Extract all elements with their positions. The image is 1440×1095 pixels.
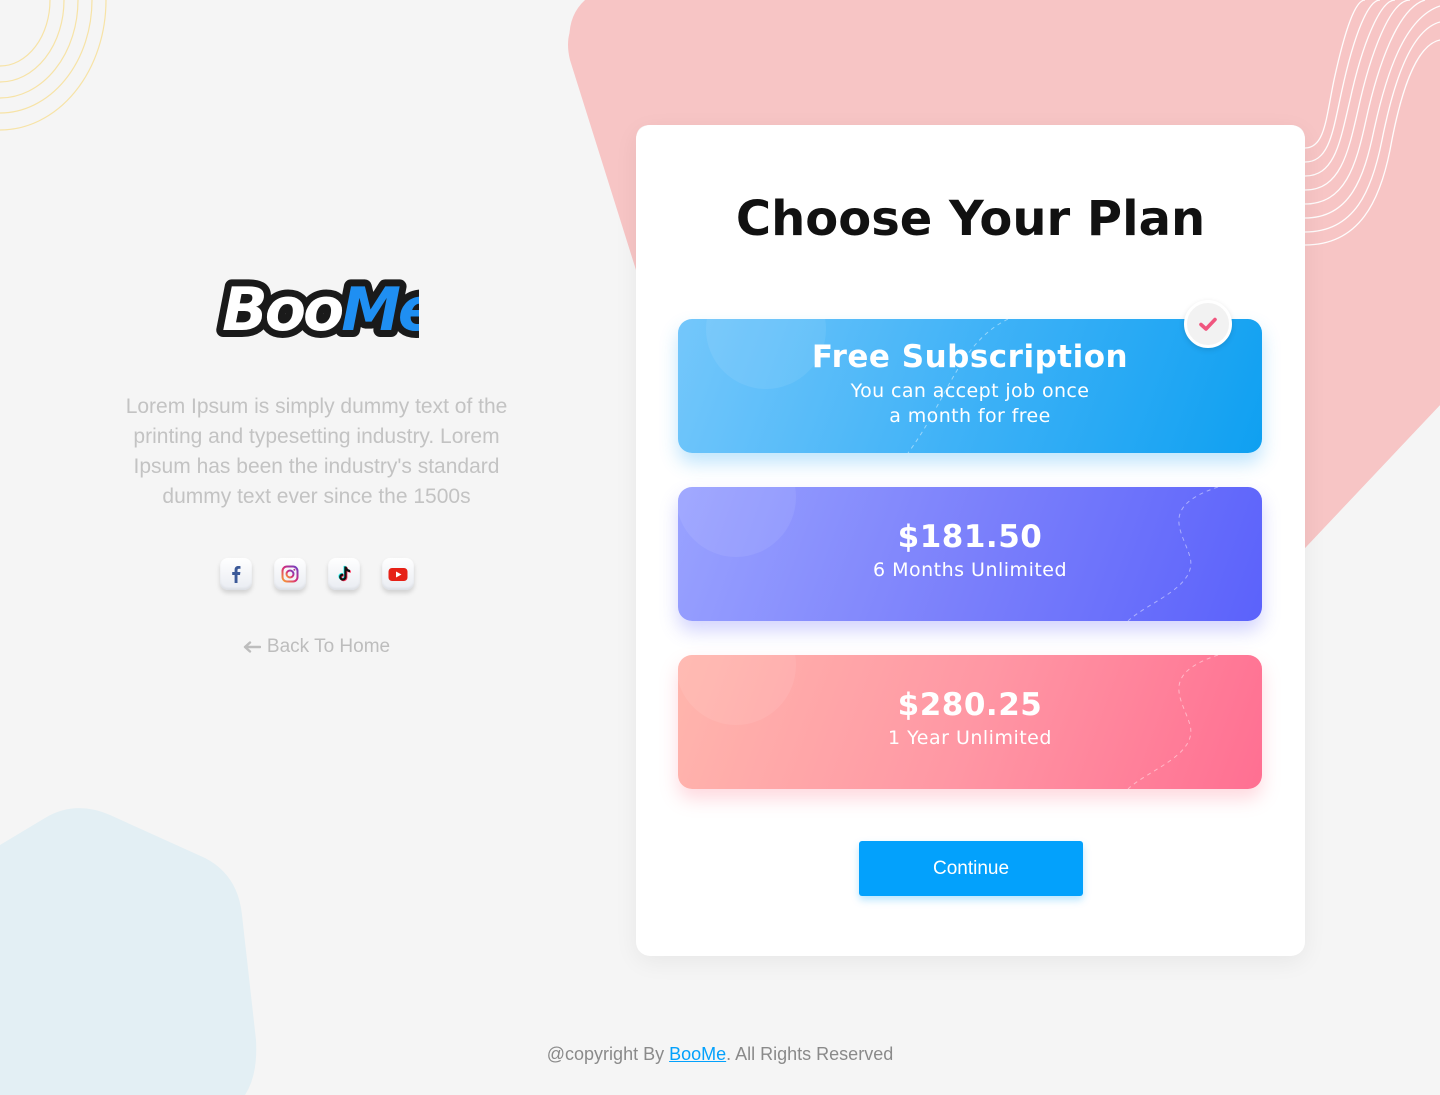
page-title: Choose Your Plan: [735, 191, 1206, 247]
tiktok-icon: [337, 565, 351, 582]
instagram-icon: [281, 565, 298, 583]
footer-copyright: @copyright By BooMe. All Rights Reserved: [0, 1044, 1440, 1065]
footer-prefix: @copyright By: [546, 1044, 670, 1064]
instagram-link[interactable]: [273, 558, 306, 590]
plan-price: $280.25: [897, 687, 1043, 723]
footer-suffix: . All Rights Reserved: [726, 1044, 894, 1064]
continue-button[interactable]: Continue: [859, 841, 1083, 896]
plan-option-6-months[interactable]: $181.50 6 Months Unlimited: [678, 487, 1262, 621]
tagline: Lorem Ipsum is simply dummy text of the …: [125, 395, 508, 508]
plan-description: 1 Year Unlimited: [888, 727, 1052, 749]
brand-logo-wordmark: BooMe BooMe: [215, 268, 419, 352]
plan-description-line1: You can accept job once: [850, 380, 1090, 402]
check-icon: [1199, 317, 1217, 331]
facebook-icon: [231, 566, 240, 583]
left-panel: BooMe BooMe Lorem Ipsum is simply dummy …: [100, 262, 533, 658]
selected-indicator[interactable]: [1184, 300, 1232, 348]
plan-option-1-year[interactable]: $280.25 1 Year Unlimited: [678, 655, 1262, 789]
plan-description: 6 Months Unlimited: [872, 559, 1068, 581]
facebook-link[interactable]: [219, 558, 252, 590]
tiktok-link[interactable]: [327, 558, 360, 590]
plan-title: Free Subscription: [811, 339, 1129, 375]
youtube-link[interactable]: [381, 558, 414, 590]
arrow-left-icon: [243, 641, 261, 653]
plan-card: Choose Your Plan Free Subscription You c…: [636, 125, 1305, 956]
youtube-icon: [388, 568, 407, 581]
plan-description-line2: a month for free: [889, 405, 1051, 427]
back-to-home-label: Back To Home: [266, 636, 391, 657]
brand-logo[interactable]: BooMe BooMe: [214, 262, 419, 352]
brand-logo-text: BooMe: [222, 275, 419, 345]
social-links: [100, 558, 533, 590]
plan-option-free[interactable]: Free Subscription You can accept job onc…: [678, 319, 1262, 453]
footer-brand-link[interactable]: BooMe: [669, 1044, 726, 1064]
back-to-home-link[interactable]: Back To Home: [243, 636, 390, 658]
plan-price: $181.50: [897, 519, 1043, 555]
